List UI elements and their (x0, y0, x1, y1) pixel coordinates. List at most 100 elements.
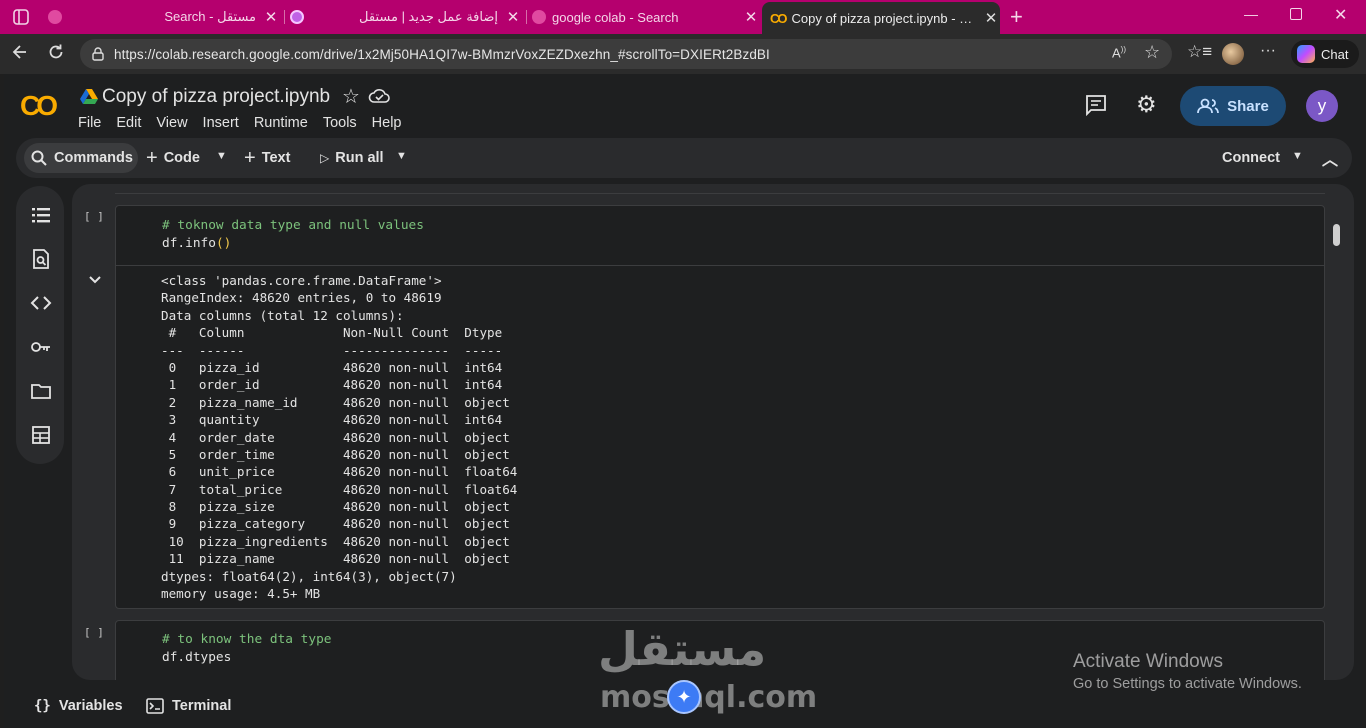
output-line: RangeIndex: 48620 entries, 0 to 48619 (161, 290, 442, 306)
add-text-button[interactable]: + Text (244, 138, 290, 178)
run-all-button[interactable]: ▷ Run all (320, 138, 384, 178)
new-tab-button[interactable]: + (1010, 4, 1023, 30)
code-editor[interactable]: # to know the dta type df.dtypes (162, 631, 332, 667)
output-line: 9 pizza_category 48620 non-null object (161, 516, 518, 532)
reload-icon[interactable] (46, 42, 66, 67)
notebook-toolbar: Commands + Code ▼ + Text ▷ Run all ▼ Con… (16, 138, 1352, 178)
menu-runtime[interactable]: Runtime (254, 115, 308, 131)
notebook-area: [ ] # toknow data type and null values d… (72, 184, 1354, 680)
play-icon: ▷ (320, 151, 330, 165)
find-in-notebook-icon[interactable] (30, 248, 52, 270)
star-icon[interactable]: ☆ (342, 84, 360, 109)
menu-edit[interactable]: Edit (116, 115, 141, 131)
code-snippets-icon[interactable] (30, 292, 52, 314)
url-field[interactable]: https://colab.research.google.com/drive/… (80, 39, 1172, 69)
output-line: 8 pizza_size 48620 non-null object (161, 499, 518, 515)
maximize-button[interactable] (1290, 8, 1302, 20)
variables-button[interactable]: {} Variables (34, 698, 123, 714)
close-icon[interactable]: ✕ (504, 8, 522, 26)
tab-colab-notebook[interactable]: CO Copy of pizza project.ipynb - Colab ✕ (762, 2, 1000, 34)
menu-file[interactable]: File (78, 115, 101, 131)
table-of-contents-icon[interactable] (30, 204, 52, 226)
tab-mostaql-search[interactable]: Search - مستقل ✕ (48, 4, 280, 30)
menu-bar: File Edit View Insert Runtime Tools Help (78, 115, 417, 131)
profile-avatar[interactable] (1222, 43, 1244, 65)
menu-view[interactable]: View (156, 115, 187, 131)
cell-run-button[interactable]: [ ] (84, 626, 104, 639)
browser-tab-bar: Search - مستقل ✕ إضافة عمل جديد | مستقل … (0, 0, 1366, 34)
close-icon[interactable]: ✕ (262, 8, 280, 26)
output-line: 4 order_date 48620 non-null object (161, 429, 518, 445)
sparkle-assistant-button[interactable]: ✦ (667, 680, 701, 714)
cell-output: <class 'pandas.core.frame.DataFrame'> Ran… (161, 272, 517, 602)
collapse-chevron-up-icon[interactable]: ︿ (1322, 146, 1338, 170)
code-editor[interactable]: # toknow data type and null values df.in… (162, 217, 424, 253)
output-line: 11 pizza_name 48620 non-null object (161, 551, 518, 567)
favorites-icon[interactable]: ☆≡ (1187, 42, 1212, 62)
commands-search[interactable]: Commands (30, 138, 133, 178)
output-line: dtypes: float64(2), int64(3), object(7) (161, 568, 457, 584)
read-aloud-icon[interactable]: A)) (1112, 45, 1126, 60)
output-line: --- ------ -------------- ----- (161, 342, 518, 358)
favorite-star-icon[interactable]: ☆ (1144, 42, 1160, 63)
output-line: Data columns (total 12 columns): (161, 307, 404, 323)
side-rail (16, 186, 64, 464)
copilot-icon (1297, 45, 1315, 63)
output-line: 7 total_price 48620 non-null float64 (161, 481, 518, 497)
connect-dropdown-chevron-icon[interactable]: ▼ (1292, 150, 1303, 162)
plus-icon: + (244, 146, 256, 169)
more-menu-icon[interactable]: ··· (1260, 42, 1276, 60)
mostaql-watermark-arabic: مستقل (598, 622, 767, 676)
site-info-icon[interactable] (90, 46, 106, 62)
terminal-icon (146, 698, 164, 714)
output-line: # Column Non-Null Count Dtype (161, 325, 518, 341)
user-avatar[interactable]: y (1306, 90, 1338, 122)
braces-icon: {} (34, 698, 51, 714)
connect-button[interactable]: Connect (1222, 138, 1280, 178)
output-line: 3 quantity 48620 non-null int64 (161, 412, 518, 428)
scrollbar-thumb[interactable] (1333, 224, 1340, 246)
add-code-button[interactable]: + Code (146, 138, 200, 178)
run-dropdown-chevron-icon[interactable]: ▼ (396, 150, 407, 162)
activate-windows-title: Activate Windows (1073, 651, 1223, 672)
plus-icon: + (146, 146, 158, 169)
secrets-key-icon[interactable] (30, 336, 52, 358)
tab-actions-icon[interactable] (12, 8, 30, 26)
tab-google-colab-search[interactable]: google colab - Search ✕ (532, 4, 760, 30)
output-line: 5 order_time 48620 non-null object (161, 446, 518, 462)
menu-tools[interactable]: Tools (323, 115, 357, 131)
files-folder-icon[interactable] (30, 380, 52, 402)
back-arrow-icon[interactable] (10, 42, 30, 67)
output-line: 0 pizza_id 48620 non-null int64 (161, 359, 518, 375)
colab-favicon-icon: CO (770, 10, 787, 26)
notebook-title[interactable]: Copy of pizza project.ipynb (102, 86, 330, 108)
settings-gear-icon[interactable]: ⚙ (1136, 91, 1157, 118)
share-button[interactable]: Share (1180, 86, 1286, 126)
output-line: memory usage: 4.5+ MB (161, 586, 321, 602)
minimize-button[interactable]: — (1244, 6, 1258, 22)
window-close-button[interactable]: ✕ (1334, 5, 1347, 25)
people-icon (1197, 98, 1220, 114)
previous-cell-edge (115, 190, 1325, 194)
code-cell-info[interactable]: # toknow data type and null values df.in… (115, 205, 1325, 609)
output-line: 2 pizza_name_id 48620 non-null object (161, 394, 518, 410)
terminal-button[interactable]: Terminal (146, 698, 231, 714)
mostaql-watermark-latin: mostaql.com (600, 680, 818, 715)
google-drive-icon[interactable] (80, 89, 98, 105)
comments-icon[interactable] (1084, 94, 1108, 116)
address-bar: https://colab.research.google.com/drive/… (0, 34, 1366, 74)
code-dropdown-chevron-icon[interactable]: ▼ (216, 150, 227, 162)
close-icon[interactable]: ✕ (982, 9, 1000, 27)
colab-logo[interactable]: CO (20, 90, 58, 122)
menu-help[interactable]: Help (372, 115, 402, 131)
close-icon[interactable]: ✕ (742, 8, 760, 26)
data-table-icon[interactable] (30, 424, 52, 446)
output-line: 1 order_id 48620 non-null int64 (161, 377, 518, 393)
cell-run-button[interactable]: [ ] (84, 210, 104, 223)
copilot-chat-button[interactable]: Chat (1291, 40, 1359, 68)
menu-insert[interactable]: Insert (203, 115, 239, 131)
tab-mostaql-add-work[interactable]: إضافة عمل جديد | مستقل ✕ (290, 4, 522, 30)
url-text: https://colab.research.google.com/drive/… (114, 46, 770, 62)
mostaql-favicon-icon (290, 10, 304, 24)
output-collapse-chevron-icon[interactable] (88, 275, 102, 285)
